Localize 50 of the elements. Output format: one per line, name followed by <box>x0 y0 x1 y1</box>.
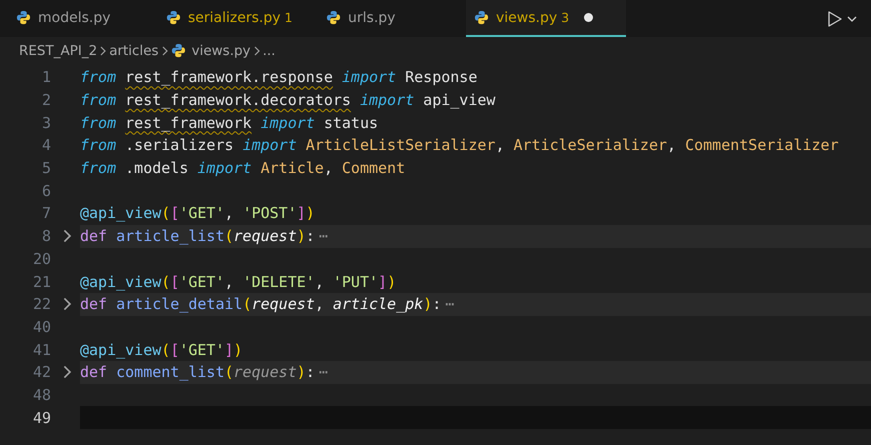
editor-tab[interactable]: serializers.py 1 <box>158 0 318 37</box>
problem-count: 1 <box>284 10 292 25</box>
problem-count: 3 <box>561 10 570 25</box>
breadcrumb-separator-icon <box>254 46 260 56</box>
editor-tab[interactable]: urls.py <box>318 0 466 37</box>
line-number: 3 <box>40 114 51 132</box>
fold-chevron-icon <box>63 297 72 312</box>
breadcrumb-separator-icon <box>162 46 168 56</box>
line-number: 2 <box>40 91 51 110</box>
code-line: from rest_framework.decorators import api_view <box>79 90 496 112</box>
python-icon <box>166 10 181 25</box>
breadcrumb[interactable]: REST_API_2 <box>19 42 98 58</box>
code-line: @api_view(['GET', 'DELETE', 'PUT']) <box>79 272 398 293</box>
code-line: from rest_framework.response import Response <box>79 67 478 88</box>
tab-label: serializers.py <box>188 10 281 26</box>
line-number: 20 <box>32 250 51 268</box>
python-icon <box>474 10 489 25</box>
tab-label: urls.py <box>348 10 396 26</box>
code-line: from .serializers import ArticleListSerializer, ArticleSerializer, CommentSerializer <box>79 135 840 156</box>
fold-chevron-icon <box>63 365 72 380</box>
code-line: from .models import Article, Comment <box>79 158 406 180</box>
line-number: 22 <box>32 295 51 314</box>
editor-tab[interactable]: views.py 3 <box>466 0 626 37</box>
tab-label: models.py <box>38 10 111 26</box>
editor-tab[interactable]: models.py <box>8 0 158 37</box>
fold-chevron-icon <box>63 229 72 244</box>
line-number: 49 <box>32 408 51 427</box>
line-number: 21 <box>32 272 51 291</box>
code-line: @api_view(['GET', 'POST']) <box>79 203 316 224</box>
python-icon <box>170 43 186 58</box>
code-line: @api_view(['GET']) <box>79 340 244 361</box>
line-number: 40 <box>32 318 51 336</box>
breadcrumb[interactable]: ... <box>262 42 276 58</box>
line-number: 8 <box>40 227 51 246</box>
breadcrumb[interactable]: views.py <box>170 42 251 58</box>
tab-label: views.py <box>496 10 558 26</box>
line-number: 5 <box>40 159 51 178</box>
line-number: 4 <box>40 136 51 154</box>
breadcrumb-separator-icon <box>100 46 106 56</box>
python-icon <box>16 10 31 25</box>
line-number: 41 <box>32 340 51 359</box>
line-number: 1 <box>40 68 51 86</box>
breadcrumb[interactable]: articles <box>109 42 159 58</box>
line-number: 42 <box>32 363 51 382</box>
line-number: 7 <box>40 204 51 222</box>
run-icon[interactable] <box>827 10 843 28</box>
line-number: 6 <box>40 182 51 200</box>
python-icon <box>326 10 341 25</box>
line-number: 48 <box>32 386 51 404</box>
code-line: from rest_framework import status <box>79 112 380 134</box>
